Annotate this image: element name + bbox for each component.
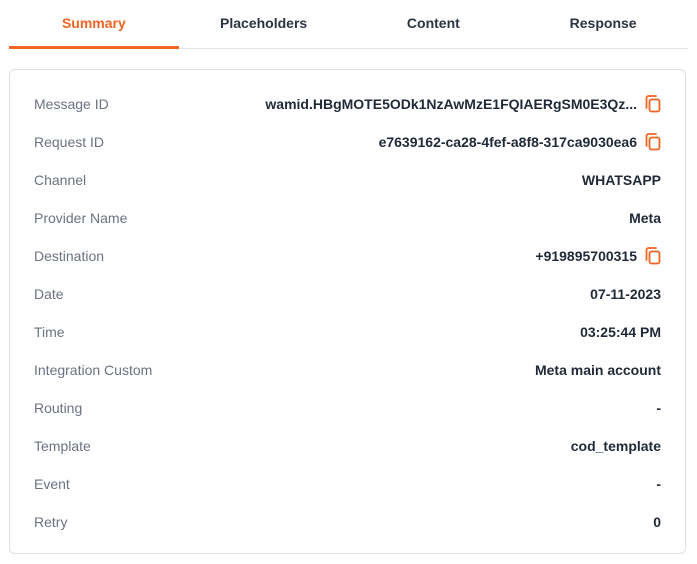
template-value: cod_template (570, 438, 661, 454)
message-id-label: Message ID (34, 96, 109, 112)
routing-value: - (656, 400, 661, 416)
row-provider-name: Provider Name Meta (10, 199, 685, 237)
request-id-value: e7639162-ca28-4fef-a8f8-317ca9030ea6 (378, 134, 637, 150)
row-request-id: Request ID e7639162-ca28-4fef-a8f8-317ca… (10, 123, 685, 161)
time-value: 03:25:44 PM (580, 324, 661, 340)
time-label: Time (34, 324, 65, 340)
provider-name-label: Provider Name (34, 210, 128, 226)
tab-summary[interactable]: Summary (9, 0, 179, 49)
date-value: 07-11-2023 (590, 286, 661, 302)
row-integration-custom: Integration Custom Meta main account (10, 351, 685, 389)
copy-icon[interactable] (643, 132, 663, 152)
channel-value: WHATSAPP (581, 172, 661, 188)
tab-bar: Summary Placeholders Content Response (9, 0, 688, 49)
integration-custom-label: Integration Custom (34, 362, 153, 378)
destination-label: Destination (34, 248, 105, 264)
template-label: Template (34, 438, 91, 454)
request-id-label: Request ID (34, 134, 105, 150)
date-label: Date (34, 286, 64, 302)
retry-label: Retry (34, 514, 68, 530)
channel-label: Channel (34, 172, 87, 188)
row-time: Time 03:25:44 PM (10, 313, 685, 351)
copy-icon[interactable] (643, 246, 663, 266)
routing-label: Routing (34, 400, 83, 416)
row-routing: Routing - (10, 389, 685, 427)
tab-response[interactable]: Response (518, 0, 688, 48)
message-id-value: wamid.HBgMOTE5ODk1NzAwMzE1FQIAERgSM0E3Qz… (265, 96, 637, 112)
event-label: Event (34, 476, 70, 492)
row-channel: Channel WHATSAPP (10, 161, 685, 199)
destination-value: +919895700315 (535, 248, 637, 264)
row-template: Template cod_template (10, 427, 685, 465)
integration-custom-value: Meta main account (534, 362, 661, 378)
tab-content[interactable]: Content (349, 0, 519, 48)
provider-name-value: Meta (629, 210, 661, 226)
row-retry: Retry 0 (10, 503, 685, 541)
copy-icon[interactable] (643, 94, 663, 114)
event-value: - (656, 476, 661, 492)
row-destination: Destination +919895700315 (10, 237, 685, 275)
row-message-id: Message ID wamid.HBgMOTE5ODk1NzAwMzE1FQI… (10, 85, 685, 123)
row-event: Event - (10, 465, 685, 503)
retry-value: 0 (653, 514, 661, 530)
row-date: Date 07-11-2023 (10, 275, 685, 313)
summary-card: Message ID wamid.HBgMOTE5ODk1NzAwMzE1FQI… (9, 69, 686, 554)
tab-placeholders[interactable]: Placeholders (179, 0, 349, 48)
